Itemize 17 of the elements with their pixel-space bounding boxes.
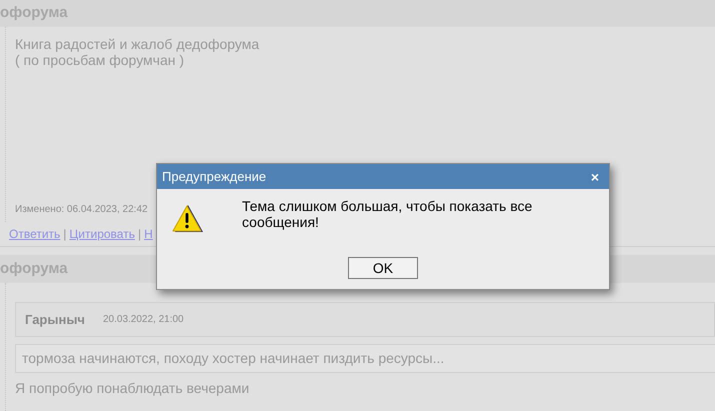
post-link[interactable]: Цитировать — [69, 225, 135, 243]
close-button[interactable]: × — [590, 170, 599, 184]
ok-button[interactable]: OK — [348, 257, 418, 279]
quote-text: тормоза начинаются, походу хостер начинает пиздить ресурсы... — [22, 349, 444, 368]
post-link[interactable]: Ответить — [9, 225, 60, 243]
post-text: Я попробую понаблюдать вечерами — [15, 379, 250, 398]
post-text: Книга радостей и жалоб дедофорума — [15, 36, 260, 52]
warning-icon — [172, 204, 204, 234]
post-link[interactable]: Н — [144, 225, 153, 243]
post-date: 20.03.2022, 21:00 — [102, 313, 184, 327]
author-name: Гарыныч — [25, 310, 85, 329]
dialog-title: Предупреждение — [162, 168, 266, 186]
edited-note: Изменено: 06.04.2023, 22:42 — [15, 203, 148, 217]
dialog-message: Тема слишком большая, чтобы показать все сообщения! — [242, 198, 534, 232]
link-separator: | — [138, 226, 142, 243]
post-text: ( по просьбам форумчан ) — [15, 52, 186, 68]
link-separator: | — [63, 226, 66, 243]
